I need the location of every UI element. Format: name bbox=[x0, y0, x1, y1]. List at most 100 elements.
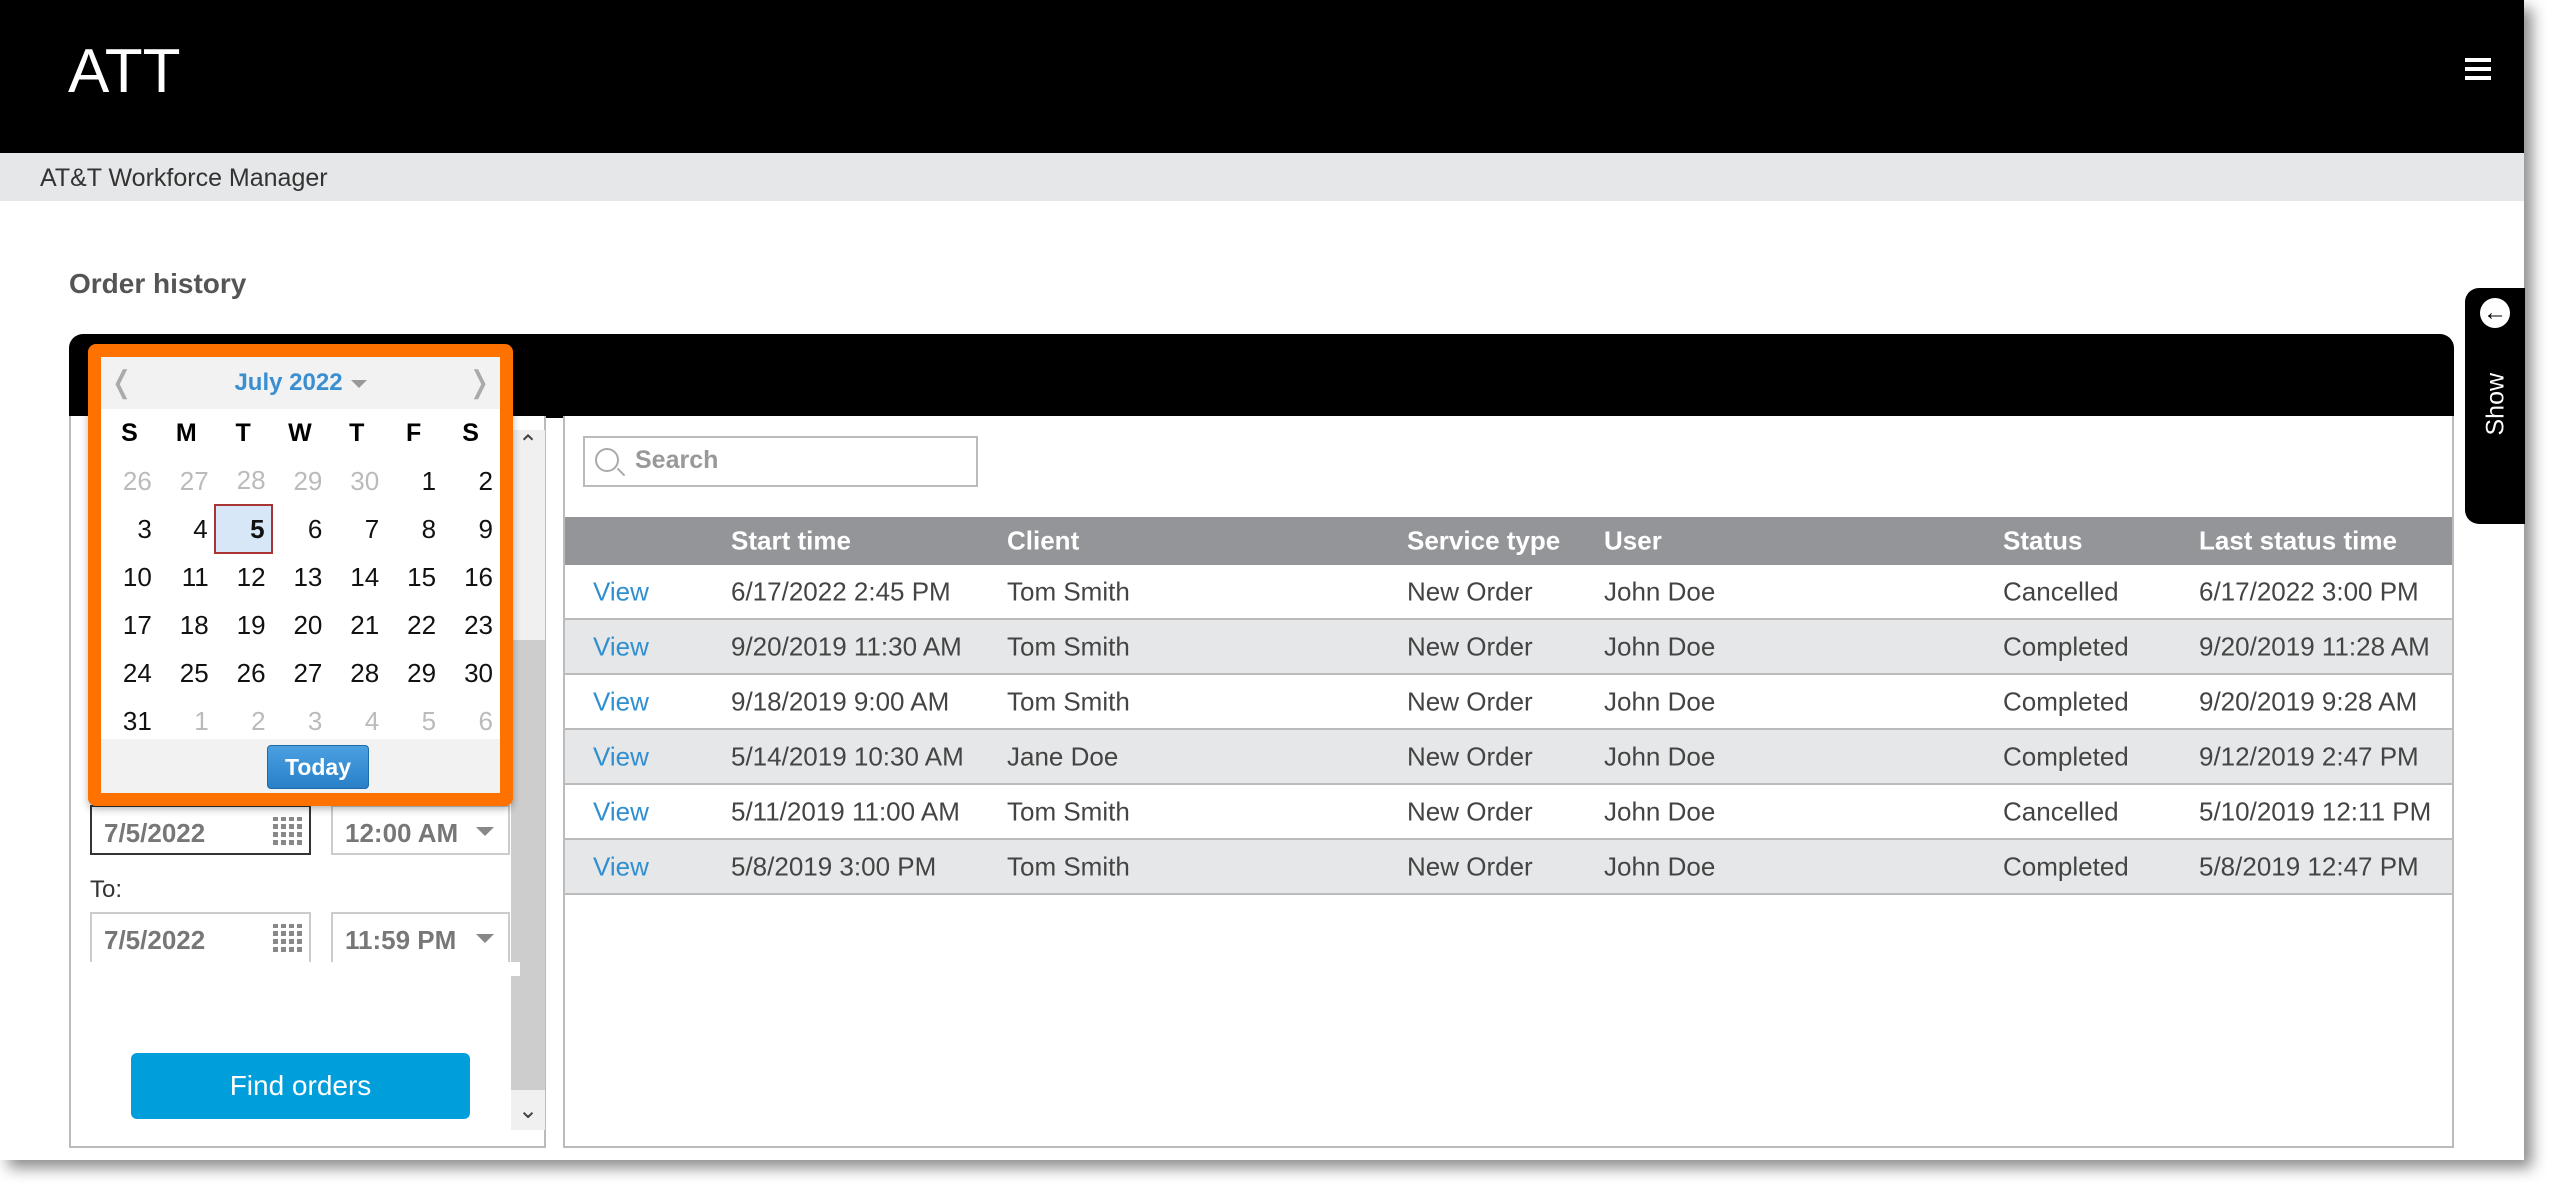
today-button[interactable]: Today bbox=[267, 745, 369, 789]
calendar-header: ❬ July 2022 ❭ bbox=[101, 357, 500, 409]
weekday-row: SMTWTFS bbox=[101, 409, 499, 457]
column-header[interactable]: Last status time bbox=[2199, 526, 2397, 557]
next-month-icon[interactable]: ❭ bbox=[467, 365, 492, 400]
calendar-day[interactable]: 22 bbox=[385, 601, 442, 649]
calendar-week: 3456789 bbox=[101, 504, 499, 554]
hamburger-icon[interactable] bbox=[2465, 58, 2491, 80]
calendar-day[interactable]: 1 bbox=[385, 457, 442, 505]
from-date-value: 7/5/2022 bbox=[104, 818, 206, 848]
table-row: View 9/20/2019 11:30 AM Tom Smith New Order… bbox=[565, 620, 2452, 675]
calendar-day[interactable]: 4 bbox=[328, 697, 385, 745]
scroll-up-icon[interactable]: ⌃ bbox=[511, 430, 545, 464]
search-input[interactable] bbox=[635, 446, 955, 475]
calendar-day[interactable]: 3 bbox=[272, 697, 329, 745]
app-name: AT&T Workforce Manager bbox=[40, 164, 328, 192]
calendar-day[interactable]: 18 bbox=[158, 601, 215, 649]
calendar-day[interactable]: 5 bbox=[385, 697, 442, 745]
view-link[interactable]: View bbox=[593, 741, 649, 772]
month-label: July 2022 bbox=[234, 369, 343, 396]
show-panel-tab[interactable]: ← Show bbox=[2465, 288, 2525, 524]
calendar-day[interactable]: 6 bbox=[442, 697, 499, 745]
calendar-day[interactable]: 11 bbox=[158, 553, 215, 601]
calendar-day[interactable]: 28 bbox=[215, 457, 272, 505]
weekday-label: S bbox=[121, 418, 138, 447]
calendar-day[interactable]: 20 bbox=[272, 601, 329, 649]
calendar-icon[interactable] bbox=[273, 817, 303, 845]
table-cell: New Order bbox=[1407, 741, 1533, 771]
calendar-day[interactable]: 19 bbox=[215, 601, 272, 649]
calendar-week: 10 11 12 13 14 15 16 bbox=[101, 553, 499, 601]
date-picker-popup: ❬ July 2022 ❭ S M T W T F S 26 27 28 29 30 1 2 3 4 5 6 7 8 9… bbox=[88, 344, 513, 806]
table-cell: Tom Smith bbox=[1007, 576, 1130, 606]
table-row: View 5/14/2019 10:30 AM Jane Doe New Order J… bbox=[565, 730, 2452, 785]
calendar-day[interactable]: 10 bbox=[101, 553, 158, 601]
table-row: View 5/8/2019 3:00 PM Tom Smith New Order Jo… bbox=[565, 840, 2452, 895]
column-header[interactable]: Status bbox=[2003, 526, 2082, 557]
calendar-day[interactable]: 14 bbox=[328, 553, 385, 601]
calendar-day[interactable]: 13 bbox=[272, 553, 329, 601]
calendar-day[interactable]: 29 bbox=[385, 649, 442, 697]
view-link[interactable]: View bbox=[593, 686, 649, 717]
scrollbar-thumb[interactable] bbox=[511, 640, 545, 1090]
search-box[interactable] bbox=[583, 436, 978, 487]
filter-panel-scrollbar[interactable]: ⌃ ⌄ bbox=[511, 430, 545, 1130]
calendar-day[interactable]: 2 bbox=[215, 697, 272, 745]
calendar-day[interactable]: 26 bbox=[215, 649, 272, 697]
calendar-icon[interactable] bbox=[273, 924, 303, 952]
calendar-day[interactable]: 23 bbox=[442, 601, 499, 649]
sub-header: AT&T Workforce Manager bbox=[0, 153, 2524, 201]
show-label: Show bbox=[2481, 372, 2510, 436]
calendar-day[interactable]: 15 bbox=[385, 553, 442, 601]
column-header[interactable]: Service type bbox=[1407, 526, 1560, 557]
scroll-down-icon[interactable]: ⌄ bbox=[511, 1096, 545, 1130]
calendar-day[interactable]: 31 bbox=[101, 697, 158, 745]
calendar-day[interactable]: 27 bbox=[158, 457, 215, 505]
from-date-input[interactable]: 7/5/2022 bbox=[90, 805, 311, 855]
calendar-day[interactable]: 4 bbox=[158, 505, 215, 553]
table-row: View 6/17/2022 2:45 PM Tom Smith New Order J… bbox=[565, 565, 2452, 620]
calendar-day[interactable]: 1 bbox=[158, 697, 215, 745]
calendar-day[interactable]: 6 bbox=[272, 505, 329, 553]
calendar-day[interactable]: 7 bbox=[328, 505, 385, 553]
calendar-day[interactable]: 9 bbox=[442, 505, 499, 553]
calendar-day[interactable]: 29 bbox=[272, 457, 329, 505]
calendar-day[interactable]: 27 bbox=[272, 649, 329, 697]
column-header[interactable]: Client bbox=[1007, 526, 1079, 557]
column-header[interactable]: User bbox=[1604, 526, 1662, 557]
weekday-label: T bbox=[235, 418, 251, 447]
calendar-day[interactable]: 2 bbox=[442, 457, 499, 505]
calendar-day[interactable]: 3 bbox=[101, 505, 158, 553]
view-link[interactable]: View bbox=[593, 851, 649, 882]
calendar-day[interactable]: 16 bbox=[442, 553, 499, 601]
calendar-week: 31 1 2 3 4 5 6 bbox=[101, 697, 499, 745]
calendar-day[interactable]: 17 bbox=[101, 601, 158, 649]
calendar-day[interactable]: 12 bbox=[215, 553, 272, 601]
calendar-day[interactable]: 24 bbox=[101, 649, 158, 697]
calendar-day[interactable]: 30 bbox=[442, 649, 499, 697]
calendar-day[interactable]: 25 bbox=[158, 649, 215, 697]
calendar-day[interactable]: 26 bbox=[101, 457, 158, 505]
table-cell: John Doe bbox=[1604, 851, 1716, 881]
month-selector[interactable]: July 2022 bbox=[101, 369, 500, 397]
table-cell: Completed bbox=[2003, 851, 2129, 881]
orders-table: Start time Client Service type User Status La… bbox=[565, 517, 2452, 895]
arrow-left-circle-icon: ← bbox=[2480, 298, 2510, 328]
calendar-day[interactable]: 21 bbox=[328, 601, 385, 649]
table-cell: 5/11/2019 11:00 AM bbox=[731, 796, 960, 826]
column-header[interactable]: Start time bbox=[731, 526, 851, 557]
find-orders-button[interactable]: Find orders bbox=[131, 1053, 470, 1119]
view-link[interactable]: View bbox=[593, 576, 649, 607]
chevron-down-icon bbox=[350, 379, 367, 388]
table-cell: John Doe bbox=[1604, 741, 1716, 771]
table-cell: Tom Smith bbox=[1007, 851, 1130, 881]
view-link[interactable]: View bbox=[593, 796, 649, 827]
from-time-select[interactable]: 12:00 AM bbox=[331, 805, 510, 855]
calendar-day[interactable]: 30 bbox=[328, 457, 385, 505]
calendar-day[interactable]: 8 bbox=[385, 505, 442, 553]
table-cell: New Order bbox=[1407, 631, 1533, 661]
selected-day[interactable]: 5 bbox=[213, 504, 273, 554]
table-cell: 9/12/2019 2:47 PM bbox=[2199, 741, 2419, 771]
view-link[interactable]: View bbox=[593, 631, 649, 662]
table-cell: John Doe bbox=[1604, 576, 1716, 606]
calendar-day[interactable]: 28 bbox=[328, 649, 385, 697]
